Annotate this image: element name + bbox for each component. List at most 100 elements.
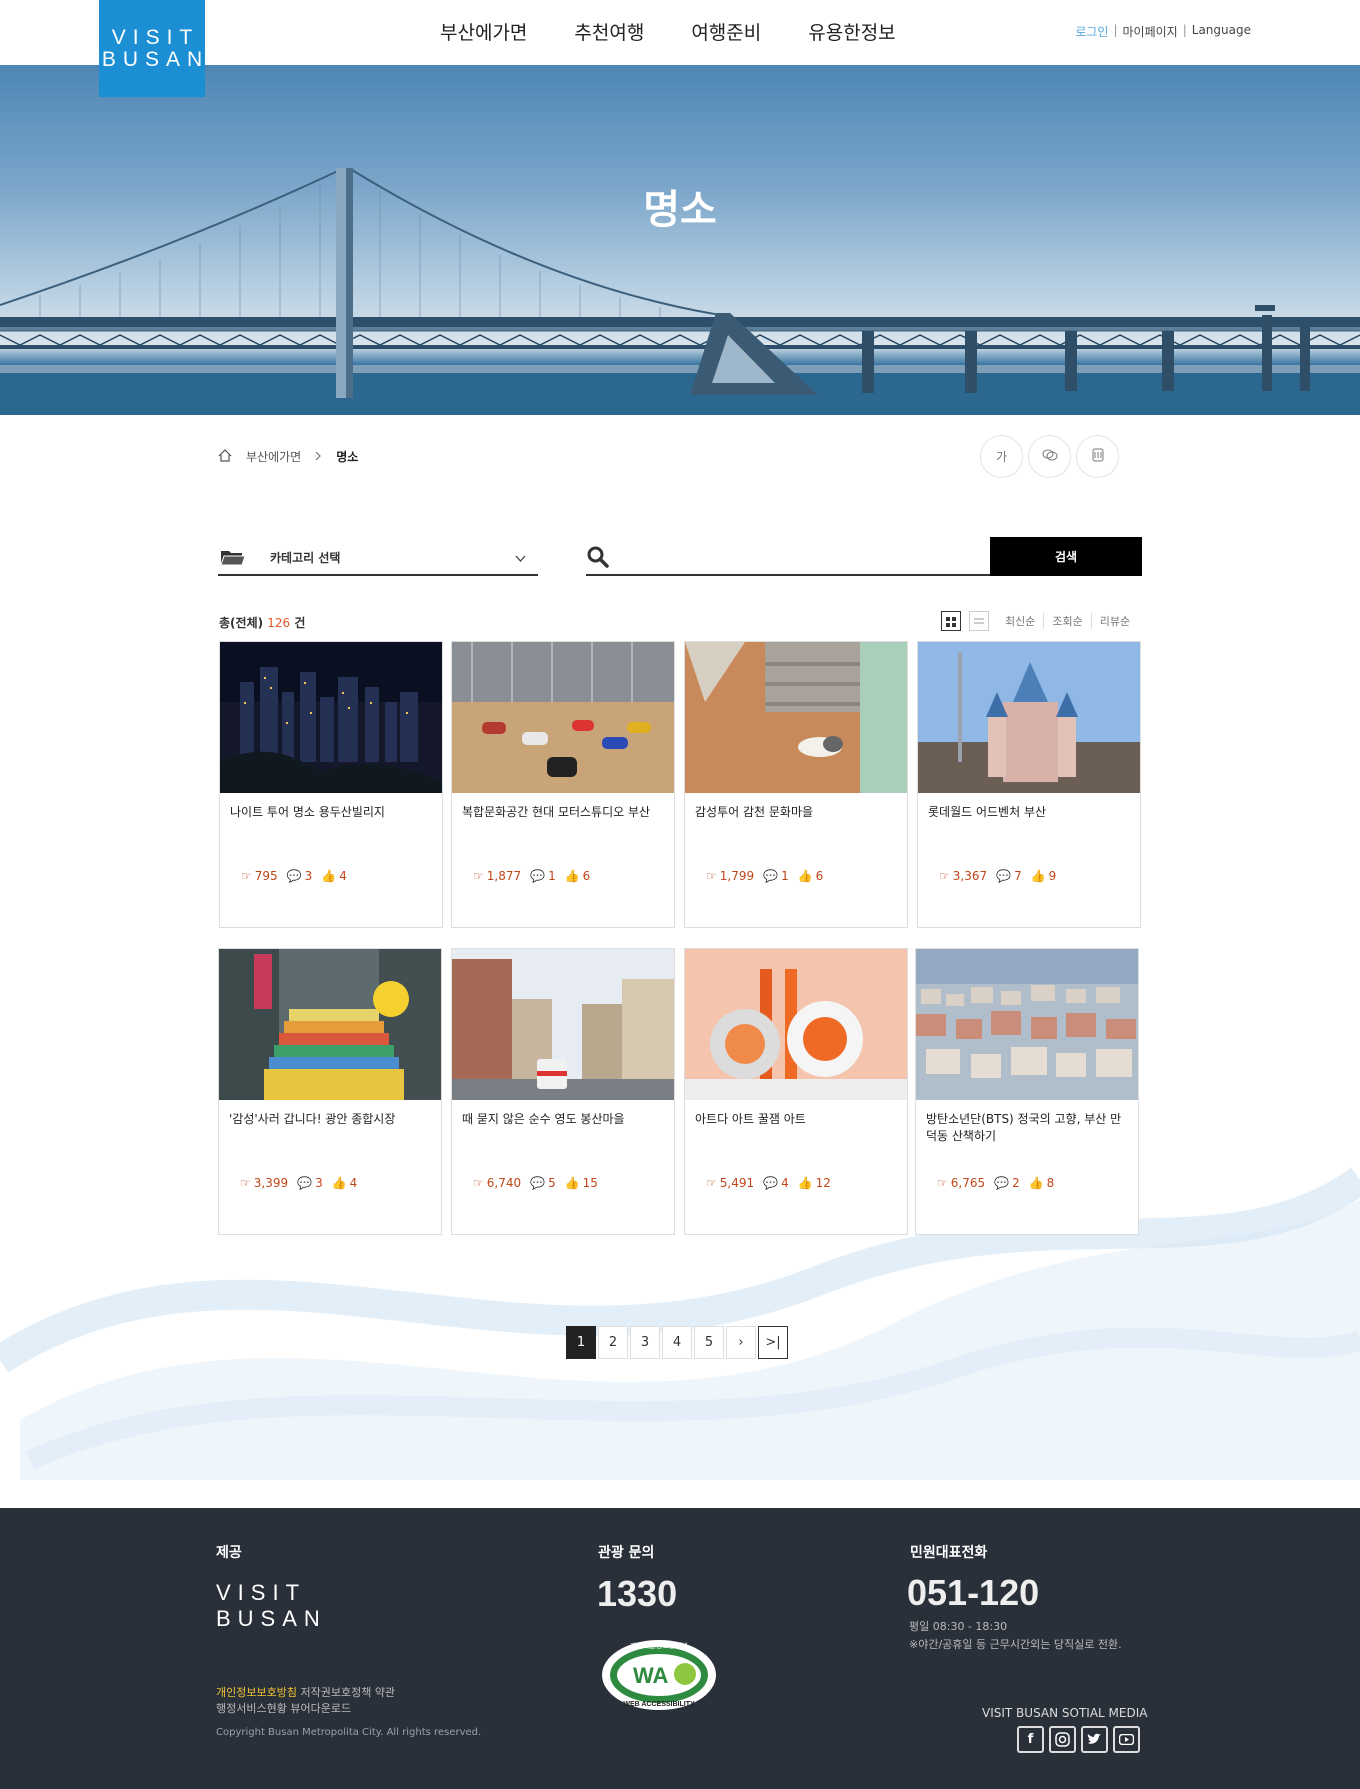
breadcrumb-level1[interactable]: 부산에가면: [246, 448, 301, 465]
card-title: 롯데월드 어드벤처 부산: [928, 805, 1047, 819]
page-5[interactable]: 5: [694, 1326, 724, 1359]
view-icon: ☞: [937, 1176, 948, 1190]
viewer-download-link[interactable]: 뷰어다운로드: [290, 1702, 351, 1715]
sort-reviews[interactable]: 리뷰순: [1090, 613, 1138, 629]
font-size-button[interactable]: 가: [980, 435, 1023, 478]
street-village-image: [452, 949, 674, 1100]
like-count: 4: [339, 869, 347, 883]
card-title: 아트다 아트 꿀잼 아트: [695, 1112, 806, 1126]
search-input[interactable]: [622, 543, 972, 571]
total-number: 126: [267, 616, 291, 630]
comment-icon: 💬: [763, 869, 779, 883]
search-icon: [586, 545, 610, 573]
card-item[interactable]: 감성투어 감천 문화마을 ☞ 1,799 💬 1 👍 6: [684, 641, 908, 928]
view-count: 3,367: [952, 869, 988, 883]
search-button[interactable]: 검색: [990, 537, 1142, 576]
nav-item-busan[interactable]: 부산에가면: [440, 18, 527, 45]
view-count: 3,399: [253, 1176, 289, 1190]
social-links: f: [1017, 1726, 1140, 1753]
admin-status-link[interactable]: 행정서비스현황: [216, 1702, 287, 1715]
privacy-policy-link[interactable]: 개인정보보호방침: [216, 1686, 297, 1699]
youtube-icon[interactable]: [1113, 1726, 1140, 1753]
card-item[interactable]: '감성'사러 갑니다! 광안 종합시장 ☞ 3,399 💬 3 👍 4: [218, 948, 442, 1235]
card-item[interactable]: 롯데월드 어드벤처 부산 ☞ 3,367 💬 7 👍 9: [917, 641, 1141, 928]
mandeok-village-image: [916, 949, 1138, 1100]
card-stats: ☞ 3,399 💬 3 👍 4: [240, 1176, 362, 1190]
comment-icon: 💬: [530, 869, 546, 883]
category-select-label: 카테고리 선택: [270, 550, 341, 565]
wa-badge-label: WA: [633, 1663, 669, 1688]
card-stats: ☞ 3,367 💬 7 👍 9: [939, 869, 1061, 883]
grid-view-button[interactable]: [941, 611, 961, 631]
visit-busan-logo[interactable]: VISIT BUSAN: [99, 0, 205, 97]
tour-inquiry-title: 관광 문의: [598, 1545, 655, 1561]
chevron-down-icon: [515, 552, 526, 566]
search-box: [586, 537, 991, 576]
comment-icon: 💬: [286, 869, 302, 883]
card-item[interactable]: 아트다 아트 꿀잼 아트 ☞ 5,491 💬 4 👍 12: [684, 948, 908, 1235]
home-icon[interactable]: [218, 448, 232, 465]
cat-village-image: [685, 642, 907, 793]
font-size-label: 가: [995, 450, 1008, 464]
card-item[interactable]: 방탄소년단(BTS) 정국의 고향, 부산 만덕동 산책하기 ☞ 6,765 💬 2…: [915, 948, 1139, 1235]
bridge-illustration: [0, 168, 1360, 415]
view-icon: ☞: [939, 869, 950, 883]
twitter-icon[interactable]: [1081, 1726, 1108, 1753]
list-view-button[interactable]: [969, 611, 989, 631]
util-menu: 로그인 | 마이페이지 | Language: [1075, 23, 1251, 40]
next-page-button[interactable]: ›: [726, 1326, 756, 1359]
comment-icon: 💬: [996, 869, 1012, 883]
breadcrumb: 부산에가면 명소: [218, 448, 358, 465]
card-thumbnail: [685, 949, 907, 1100]
page-2[interactable]: 2: [598, 1326, 628, 1359]
sort-latest[interactable]: 최신순: [1005, 613, 1043, 629]
page-4[interactable]: 4: [662, 1326, 692, 1359]
wa-top-text: 과학기술정보통신부: [630, 1641, 689, 1650]
main-nav: 부산에가면 추천여행 여행준비 유용한정보: [440, 18, 896, 45]
copyright-text: Copyright Busan Metropolita City. All ri…: [216, 1727, 482, 1738]
total-prefix: 총(전체): [219, 616, 264, 630]
like-count: 15: [582, 1176, 598, 1190]
comment-icon: 💬: [297, 1176, 313, 1190]
mypage-link[interactable]: 마이페이지: [1123, 23, 1178, 40]
category-select[interactable]: 카테고리 선택: [218, 540, 538, 576]
nav-item-preparation[interactable]: 여행준비: [691, 18, 761, 45]
view-count: 6,765: [950, 1176, 986, 1190]
view-count: 1,877: [486, 869, 522, 883]
site-header: VISIT BUSAN 부산에가면 추천여행 여행준비 유용한정보 로그인 | …: [0, 0, 1360, 97]
office-hours: 평일 08:30 - 18:30: [909, 1620, 1008, 1633]
comment-icon: 💬: [994, 1176, 1010, 1190]
facebook-icon[interactable]: f: [1017, 1726, 1044, 1753]
card-thumbnail: [685, 642, 907, 793]
print-button[interactable]: [1076, 435, 1119, 478]
card-thumbnail: [918, 642, 1140, 793]
pagination: 1 2 3 4 5 › >|: [566, 1326, 788, 1359]
login-link[interactable]: 로그인: [1075, 23, 1108, 40]
sort-views[interactable]: 조회순: [1043, 613, 1090, 629]
nav-item-info[interactable]: 유용한정보: [808, 18, 895, 45]
social-media-title: VISIT BUSAN SOTIAL MEDIA: [982, 1706, 1148, 1720]
like-count: 9: [1048, 869, 1057, 883]
terms-link[interactable]: 약관: [375, 1686, 395, 1699]
language-link[interactable]: Language: [1192, 23, 1251, 40]
share-button[interactable]: [1028, 435, 1071, 478]
print-icon: [1091, 447, 1105, 466]
nav-item-recommended[interactable]: 추천여행: [574, 18, 644, 45]
view-count: 795: [254, 869, 278, 883]
copyright-policy-link[interactable]: 저작권보호정책: [300, 1686, 371, 1699]
card-item[interactable]: 복합문화공간 현대 모터스튜디오 부산 ☞ 1,877 💬 1 👍 6: [451, 641, 675, 928]
night-note: ※야간/공휴일 등 근무시간외는 당직실로 전환.: [909, 1638, 1122, 1651]
thumbs-up-icon: 👍: [564, 869, 580, 883]
card-title: 나이트 투어 명소 용두산빌리지: [230, 805, 385, 819]
logo-line2: BUSAN: [101, 47, 210, 71]
page-1[interactable]: 1: [566, 1326, 596, 1359]
folder-icon: [220, 548, 246, 566]
card-item[interactable]: 나이트 투어 명소 용두산빌리지 ☞ 795 💬 3 👍 4: [219, 641, 443, 928]
page-3[interactable]: 3: [630, 1326, 660, 1359]
view-count: 5,491: [719, 1176, 755, 1190]
instagram-icon[interactable]: [1049, 1726, 1076, 1753]
background-wave-decoration: [0, 1167, 1360, 1480]
card-item[interactable]: 때 묻지 않은 순수 영도 봉산마을 ☞ 6,740 💬 5 👍 15: [451, 948, 675, 1235]
last-page-button[interactable]: >|: [758, 1326, 788, 1359]
view-icon: ☞: [473, 1176, 484, 1190]
